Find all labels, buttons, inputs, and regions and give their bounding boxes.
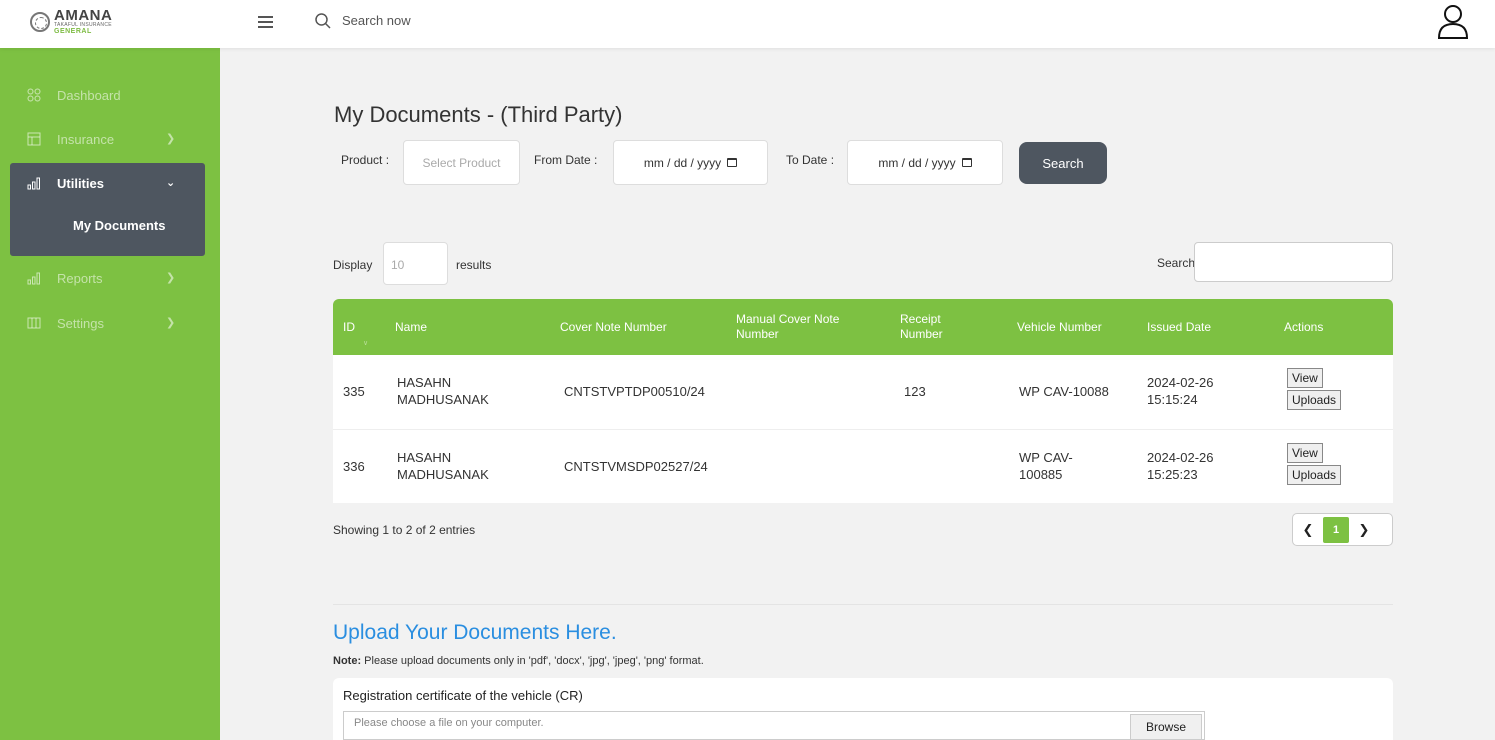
calendar-icon[interactable] bbox=[727, 158, 738, 167]
table-header: ID ∨ Name Cover Note Number Manual Cover… bbox=[333, 299, 1393, 355]
column-header-receipt[interactable]: Receipt Number bbox=[900, 299, 955, 355]
search-button[interactable]: Search bbox=[1019, 142, 1107, 184]
chevron-down-icon: ⌄ bbox=[166, 177, 176, 189]
file-input-placeholder: Please choose a file on your computer. bbox=[354, 717, 544, 729]
cell-id: 335 bbox=[343, 383, 365, 399]
sidebar-item-dashboard[interactable]: Dashboard bbox=[0, 80, 220, 110]
product-select[interactable]: Select Product bbox=[403, 140, 520, 185]
display-count-input[interactable]: 10 bbox=[383, 242, 448, 285]
chevron-right-icon: ❯ bbox=[166, 133, 176, 145]
chevron-right-icon: ❯ bbox=[166, 317, 176, 329]
display-label: Display bbox=[333, 258, 373, 272]
reports-icon bbox=[27, 272, 40, 285]
uploads-button[interactable]: Uploads bbox=[1287, 465, 1342, 485]
product-label: Product : bbox=[341, 153, 390, 167]
table-row: 335 HASAHN MADHUSANAK CNTSTVPTDP00510/24… bbox=[333, 355, 1393, 429]
insurance-icon bbox=[27, 132, 41, 146]
cell-receipt: 123 bbox=[904, 383, 926, 399]
note-text: Please upload documents only in 'pdf', '… bbox=[361, 655, 704, 667]
cell-cover-note: CNTSTVPTDP00510/24 bbox=[564, 383, 705, 399]
column-header-issued-date[interactable]: Issued Date bbox=[1147, 299, 1211, 355]
cell-cover-note: CNTSTVMSDP02527/24 bbox=[564, 458, 708, 474]
search-icon[interactable] bbox=[314, 12, 332, 30]
showing-entries-text: Showing 1 to 2 of 2 entries bbox=[333, 523, 476, 537]
from-date-input[interactable]: mm / dd / yyyy bbox=[613, 140, 768, 185]
to-date-label: To Date : bbox=[786, 153, 835, 167]
sidebar-item-insurance[interactable]: Insurance ❯ bbox=[0, 124, 220, 154]
sidebar-item-label: Utilities bbox=[57, 175, 104, 191]
sidebar-item-label: Reports bbox=[57, 270, 103, 286]
note-label: Note: bbox=[333, 655, 362, 667]
sidebar-item-label: Insurance bbox=[57, 131, 115, 147]
column-header-vehicle[interactable]: Vehicle Number bbox=[1017, 299, 1102, 355]
view-button[interactable]: View bbox=[1287, 443, 1323, 463]
page-number-1[interactable]: 1 bbox=[1323, 516, 1349, 543]
cell-vehicle: WP CAV-100885 bbox=[1019, 450, 1073, 482]
table-row: 336 HASAHN MADHUSANAK CNTSTVMSDP02527/24… bbox=[333, 429, 1393, 503]
sidebar-item-reports[interactable]: Reports ❯ bbox=[0, 263, 220, 293]
page-title: My Documents - (Third Party) bbox=[334, 102, 623, 127]
table-search-label: Search: bbox=[1157, 256, 1199, 270]
pagination: ❮ 1 ❯ bbox=[1292, 513, 1393, 546]
cell-vehicle: WP CAV-10088 bbox=[1019, 383, 1109, 399]
logo-general-text: GENERAL bbox=[54, 28, 92, 35]
top-header: AMANA TAKAFUL INSURANCE GENERAL Search n… bbox=[0, 0, 1495, 48]
utilities-icon bbox=[27, 177, 40, 190]
to-date-value: mm / dd / yyyy bbox=[878, 155, 956, 170]
cell-issued-date: 2024-02-26 15:25:23 bbox=[1147, 450, 1214, 482]
to-date-input[interactable]: mm / dd / yyyy bbox=[847, 140, 1003, 185]
menu-toggle-icon[interactable] bbox=[258, 16, 273, 28]
cell-id: 336 bbox=[343, 458, 365, 474]
product-placeholder: Select Product bbox=[422, 155, 501, 170]
logo-emblem-icon bbox=[30, 11, 50, 32]
sidebar: Dashboard Insurance ❯ Utilities ⌄ My Doc… bbox=[0, 48, 220, 740]
sidebar-item-label: Dashboard bbox=[57, 87, 121, 103]
from-date-label: From Date : bbox=[534, 153, 598, 167]
column-header-cover-note[interactable]: Cover Note Number bbox=[560, 299, 667, 355]
cell-name: HASAHN MADHUSANAK bbox=[397, 375, 489, 407]
cell-name: HASAHN MADHUSANAK bbox=[397, 450, 489, 482]
next-page-icon[interactable]: ❯ bbox=[1349, 513, 1379, 546]
logo-main-text: AMANA bbox=[54, 7, 113, 24]
settings-icon bbox=[27, 317, 41, 329]
column-header-name[interactable]: Name bbox=[395, 299, 427, 355]
dashboard-icon bbox=[27, 88, 41, 102]
column-header-id[interactable]: ID bbox=[343, 299, 355, 355]
upload-note: Note: Please upload documents only in 'p… bbox=[333, 655, 704, 667]
section-divider bbox=[333, 604, 1393, 605]
calendar-icon[interactable] bbox=[961, 158, 972, 167]
sort-desc-icon[interactable]: ∨ bbox=[363, 339, 368, 347]
upload-section-title: Upload Your Documents Here. bbox=[333, 621, 617, 644]
user-profile-icon[interactable] bbox=[1436, 4, 1470, 40]
amana-logo[interactable]: AMANA TAKAFUL INSURANCE GENERAL bbox=[30, 8, 112, 35]
global-search-input[interactable]: Search now bbox=[342, 13, 411, 28]
sidebar-item-utilities[interactable]: Utilities ⌄ bbox=[0, 168, 220, 198]
prev-page-icon[interactable]: ❮ bbox=[1293, 513, 1323, 546]
browse-button[interactable]: Browse bbox=[1130, 714, 1202, 740]
column-header-actions[interactable]: Actions bbox=[1284, 299, 1323, 355]
table-search-input[interactable] bbox=[1194, 242, 1393, 282]
sidebar-item-settings[interactable]: Settings ❯ bbox=[0, 308, 220, 338]
cr-upload-label: Registration certificate of the vehicle … bbox=[343, 688, 583, 703]
uploads-button[interactable]: Uploads bbox=[1287, 390, 1342, 410]
column-header-manual-cover-note[interactable]: Manual Cover Note Number bbox=[736, 299, 861, 355]
results-label: results bbox=[456, 258, 492, 272]
from-date-value: mm / dd / yyyy bbox=[643, 155, 722, 170]
sidebar-item-label: Settings bbox=[57, 315, 104, 331]
sidebar-subitem-my-documents[interactable]: My Documents bbox=[73, 218, 165, 233]
chevron-right-icon: ❯ bbox=[166, 272, 176, 284]
documents-table: ID ∨ Name Cover Note Number Manual Cover… bbox=[333, 299, 1393, 503]
cell-issued-date: 2024-02-26 15:15:24 bbox=[1147, 375, 1214, 407]
view-button[interactable]: View bbox=[1287, 368, 1323, 388]
